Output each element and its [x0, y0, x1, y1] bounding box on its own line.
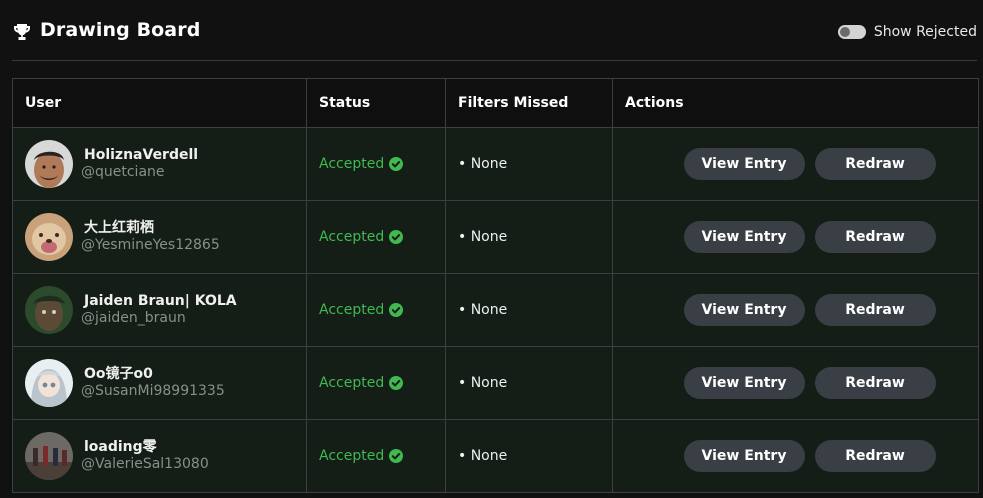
user-cell: Jaiden Braun| KOLA @jaiden_braun [12, 273, 307, 347]
user-handle: @ValerieSal13080 [81, 456, 209, 472]
redraw-button[interactable]: Redraw [814, 221, 936, 253]
check-circle-icon [389, 376, 404, 390]
table-row: loading零 @ValerieSal13080 Accepted • Non… [12, 419, 979, 493]
check-circle-icon [389, 230, 404, 244]
view-entry-button[interactable]: View Entry [683, 221, 805, 253]
check-circle-icon [389, 449, 404, 463]
avatar[interactable] [25, 140, 73, 188]
header-divider [12, 60, 977, 61]
status-cell: Accepted [306, 419, 446, 493]
filters-missed-cell: • None [445, 273, 613, 347]
view-entry-button[interactable]: View Entry [683, 148, 805, 180]
status-text: Accepted [319, 229, 385, 245]
check-circle-icon [389, 303, 404, 317]
view-entry-button[interactable]: View Entry [683, 294, 805, 326]
user-cell: Oo镜子o0 @SusanMi98991335 [12, 346, 307, 420]
user-handle: @quetciane [81, 164, 165, 180]
username: 大上红莉栖 [84, 220, 154, 236]
redraw-button[interactable]: Redraw [814, 148, 936, 180]
avatar[interactable] [25, 286, 73, 334]
status-cell: Accepted [306, 200, 446, 274]
username: Jaiden Braun| KOLA [84, 293, 237, 309]
entries-table: User Status Filters Missed Actions Holiz [12, 78, 979, 493]
page-header: Drawing Board Show Rejected [0, 0, 983, 62]
actions-cell: View Entry Redraw [612, 346, 979, 420]
column-header-actions: Actions [612, 78, 979, 128]
user-cell: HoliznaVerdell @quetciane [12, 127, 307, 201]
redraw-button[interactable]: Redraw [814, 294, 936, 326]
table-row: Jaiden Braun| KOLA @jaiden_braun Accepte… [12, 273, 979, 347]
username: Oo镜子o0 [84, 366, 153, 382]
filters-missed-cell: • None [445, 346, 613, 420]
user-handle: @YesmineYes12865 [81, 237, 220, 253]
status-text: Accepted [319, 375, 385, 391]
redraw-button[interactable]: Redraw [814, 367, 936, 399]
status-text: Accepted [319, 448, 385, 464]
avatar[interactable] [25, 432, 73, 480]
table-row: 大上红莉栖 @YesmineYes12865 Accepted • None V… [12, 200, 979, 274]
view-entry-button[interactable]: View Entry [683, 367, 805, 399]
check-circle-icon [389, 157, 404, 171]
user-cell: loading零 @ValerieSal13080 [12, 419, 307, 493]
column-header-filters-missed: Filters Missed [445, 78, 613, 128]
actions-cell: View Entry Redraw [612, 419, 979, 493]
user-handle: @SusanMi98991335 [81, 383, 225, 399]
actions-cell: View Entry Redraw [612, 127, 979, 201]
actions-cell: View Entry Redraw [612, 200, 979, 274]
status-cell: Accepted [306, 346, 446, 420]
show-rejected-toggle-group[interactable]: Show Rejected [837, 22, 977, 42]
status-cell: Accepted [306, 127, 446, 201]
table-row: Oo镜子o0 @SusanMi98991335 Accepted • None … [12, 346, 979, 420]
filters-missed-cell: • None [445, 200, 613, 274]
table-row: HoliznaVerdell @quetciane Accepted • Non… [12, 127, 979, 201]
username: loading零 [84, 439, 157, 455]
status-text: Accepted [319, 302, 385, 318]
table-header-row: User Status Filters Missed Actions [12, 78, 979, 128]
redraw-button[interactable]: Redraw [814, 440, 936, 472]
filters-missed-cell: • None [445, 127, 613, 201]
user-cell: 大上红莉栖 @YesmineYes12865 [12, 200, 307, 274]
user-handle: @jaiden_braun [81, 310, 186, 326]
column-header-status: Status [306, 78, 446, 128]
status-text: Accepted [319, 156, 385, 172]
page-title: Drawing Board [40, 19, 201, 41]
column-header-user: User [12, 78, 307, 128]
avatar[interactable] [25, 213, 73, 261]
filters-missed-cell: • None [445, 419, 613, 493]
username: HoliznaVerdell [84, 147, 199, 163]
actions-cell: View Entry Redraw [612, 273, 979, 347]
avatar[interactable] [25, 359, 73, 407]
view-entry-button[interactable]: View Entry [683, 440, 805, 472]
trophy-icon [14, 24, 30, 40]
toggle-knob [839, 27, 850, 37]
show-rejected-toggle[interactable] [837, 25, 866, 39]
status-cell: Accepted [306, 273, 446, 347]
show-rejected-label[interactable]: Show Rejected [874, 24, 977, 40]
